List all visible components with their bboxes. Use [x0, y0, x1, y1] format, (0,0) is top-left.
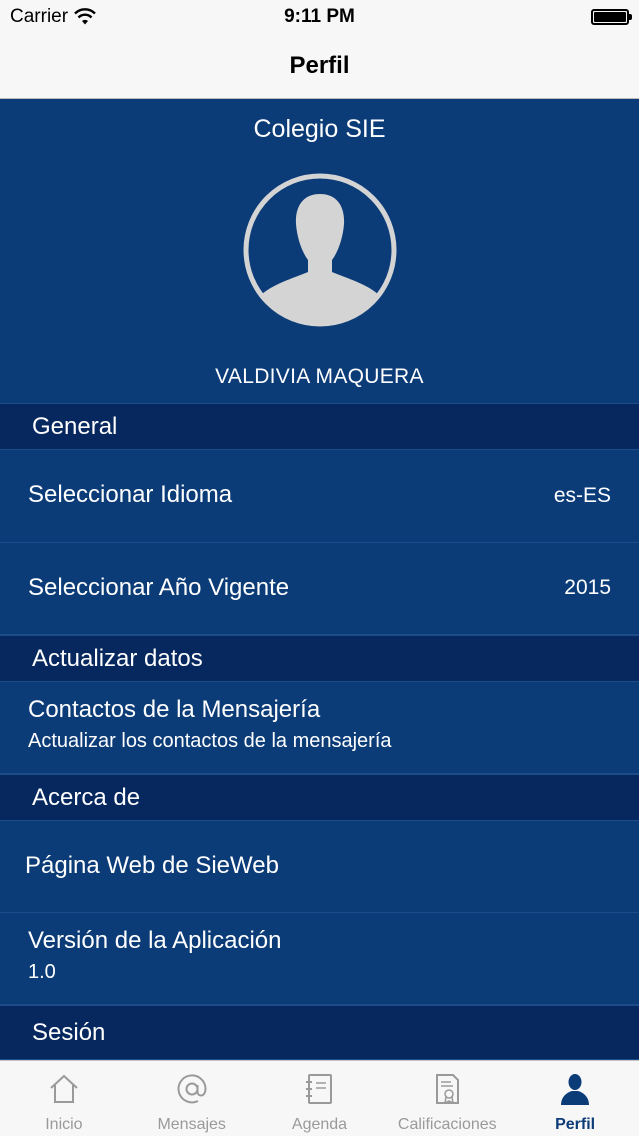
profile-header: Colegio SIE VALDIVIA MAQUERA [0, 99, 639, 403]
school-name: Colegio SIE [253, 115, 386, 143]
tab-inicio[interactable]: Inicio [0, 1061, 128, 1136]
notebook-icon [306, 1074, 333, 1104]
tab-mensajes[interactable]: Mensajes [128, 1061, 256, 1136]
section-title: General [32, 412, 118, 440]
section-header-about: Acerca de [0, 774, 639, 821]
row-value: 2015 [564, 576, 611, 599]
user-name: VALDIVIA MAQUERA [215, 365, 424, 388]
row-subtitle: Actualizar los contactos de la mensajerí… [28, 730, 392, 752]
section-header-update: Actualizar datos [0, 635, 639, 682]
messaging-contacts-row[interactable]: Contactos de la Mensajería Actualizar lo… [0, 682, 639, 774]
row-label: Contactos de la Mensajería [28, 696, 321, 723]
section-title: Acerca de [32, 783, 141, 811]
tab-perfil[interactable]: Perfil [511, 1061, 639, 1136]
select-language-row[interactable]: Seleccionar Idioma es-ES [0, 450, 639, 543]
certificate-icon [436, 1074, 460, 1105]
row-label: Versión de la Aplicación [28, 927, 282, 954]
section-header-general: General [0, 403, 639, 450]
battery-icon [591, 9, 632, 25]
status-time: 9:11 PM [284, 6, 355, 27]
avatar-icon[interactable] [242, 172, 398, 328]
person-icon [561, 1074, 590, 1105]
tab-label: Mensajes [157, 1116, 226, 1133]
tab-bar: Inicio Mensajes Agenda Calificaciones Pe… [0, 1060, 639, 1136]
row-label: Seleccionar Idioma [28, 481, 233, 508]
select-year-row[interactable]: Seleccionar Año Vigente 2015 [0, 543, 639, 635]
tab-agenda[interactable]: Agenda [256, 1061, 384, 1136]
row-value: es-ES [553, 484, 611, 507]
website-row[interactable]: Página Web de SieWeb [0, 821, 639, 913]
status-bar: Carrier 9:11 PM [0, 0, 639, 34]
row-label: Seleccionar Año Vigente [28, 574, 290, 601]
navigation-bar: Perfil [0, 34, 639, 99]
tab-calificaciones[interactable]: Calificaciones [383, 1061, 511, 1136]
section-title: Sesión [32, 1018, 106, 1046]
tab-label: Calificaciones [397, 1116, 497, 1133]
at-sign-icon [177, 1074, 207, 1104]
app-version-row: Versión de la Aplicación 1.0 [0, 913, 639, 1005]
row-subtitle: 1.0 [28, 961, 56, 983]
page-title: Perfil [289, 52, 350, 79]
section-header-session: Sesión [0, 1005, 639, 1060]
tab-label: Perfil [555, 1116, 596, 1133]
tab-label: Agenda [291, 1116, 348, 1133]
section-title: Actualizar datos [32, 644, 203, 672]
home-icon [50, 1074, 78, 1103]
tab-label: Inicio [45, 1116, 83, 1133]
row-label: Página Web de SieWeb [25, 852, 279, 879]
